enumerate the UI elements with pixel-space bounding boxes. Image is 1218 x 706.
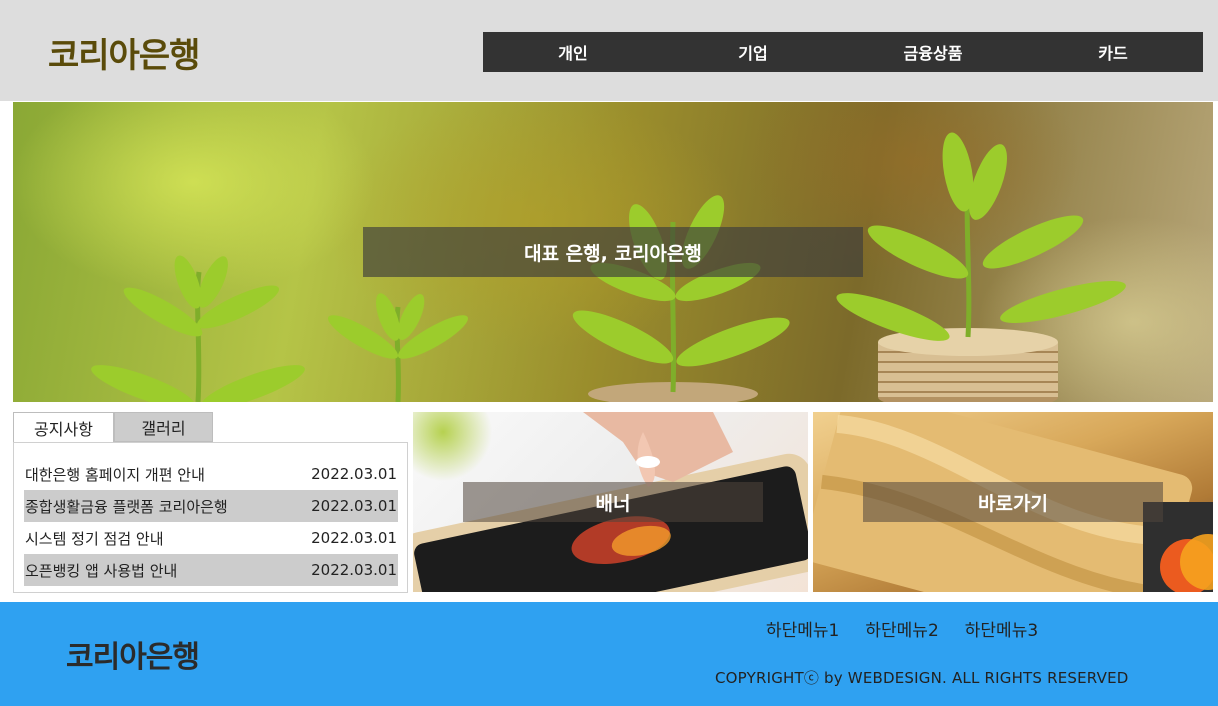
site-logo[interactable]: 코리아은행 [48,28,200,77]
footer: 코리아은행 하단메뉴1 하단메뉴2 하단메뉴3 COPYRIGHTⓒ by WE… [0,602,1218,706]
notice-item[interactable]: 오픈뱅킹 앱 사용법 안내 2022.03.01 [24,554,398,586]
main-nav: 개인 기업 금융상품 카드 [483,32,1203,72]
footer-link-1[interactable]: 하단메뉴1 [766,616,839,641]
footer-logo: 코리아은행 [66,640,200,675]
nav-item-business[interactable]: 기업 [663,32,843,72]
notice-title: 대한은행 홈페이지 개편 안내 [25,465,205,484]
notice-date: 2022.03.01 [311,497,397,515]
footer-link-3[interactable]: 하단메뉴3 [965,616,1038,641]
hero-caption: 대표 은행, 코리아은행 [363,227,863,277]
notice-item[interactable]: 시스템 정기 점검 안내 2022.03.01 [24,522,398,554]
nav-item-card[interactable]: 카드 [1023,32,1203,72]
footer-link-2[interactable]: 하단메뉴2 [865,616,938,641]
notice-date: 2022.03.01 [311,529,397,547]
notice-title: 시스템 정기 점검 안내 [25,529,164,548]
notice-tabs: 공지사항 갤러리 대한은행 홈페이지 개편 안내 2022.03.01 종합생활… [13,412,408,593]
notice-title: 종합생활금융 플랫폼 코리아은행 [25,497,228,516]
nav-item-personal[interactable]: 개인 [483,32,663,72]
notice-item[interactable]: 대한은행 홈페이지 개편 안내 2022.03.01 [24,458,398,490]
copyright-text: COPYRIGHTⓒ by WEBDESIGN. ALL RIGHTS RESE… [715,669,1129,687]
tab-gallery[interactable]: 갤러리 [114,412,213,442]
tab-notice[interactable]: 공지사항 [13,412,114,442]
banner-caption: 배너 [463,482,763,522]
notice-item[interactable]: 종합생활금융 플랫폼 코리아은행 2022.03.01 [24,490,398,522]
notice-title: 오픈뱅킹 앱 사용법 안내 [25,561,178,580]
banner-caption: 바로가기 [863,482,1163,522]
banner-phone[interactable]: 배너 [413,412,808,592]
banner-card[interactable]: 바로가기 [813,412,1213,592]
notice-list: 대한은행 홈페이지 개편 안내 2022.03.01 종합생활금융 플랫폼 코리… [24,458,398,586]
header: 코리아은행 개인 기업 금융상품 카드 [0,0,1218,101]
notice-date: 2022.03.01 [311,465,397,483]
notice-date: 2022.03.01 [311,561,397,579]
hero-slide: 대표 은행, 코리아은행 [13,102,1213,402]
nav-item-financial-products[interactable]: 금융상품 [843,32,1023,72]
footer-menu: 하단메뉴1 하단메뉴2 하단메뉴3 [766,616,1038,641]
notice-panel: 대한은행 홈페이지 개편 안내 2022.03.01 종합생활금융 플랫폼 코리… [13,442,408,593]
